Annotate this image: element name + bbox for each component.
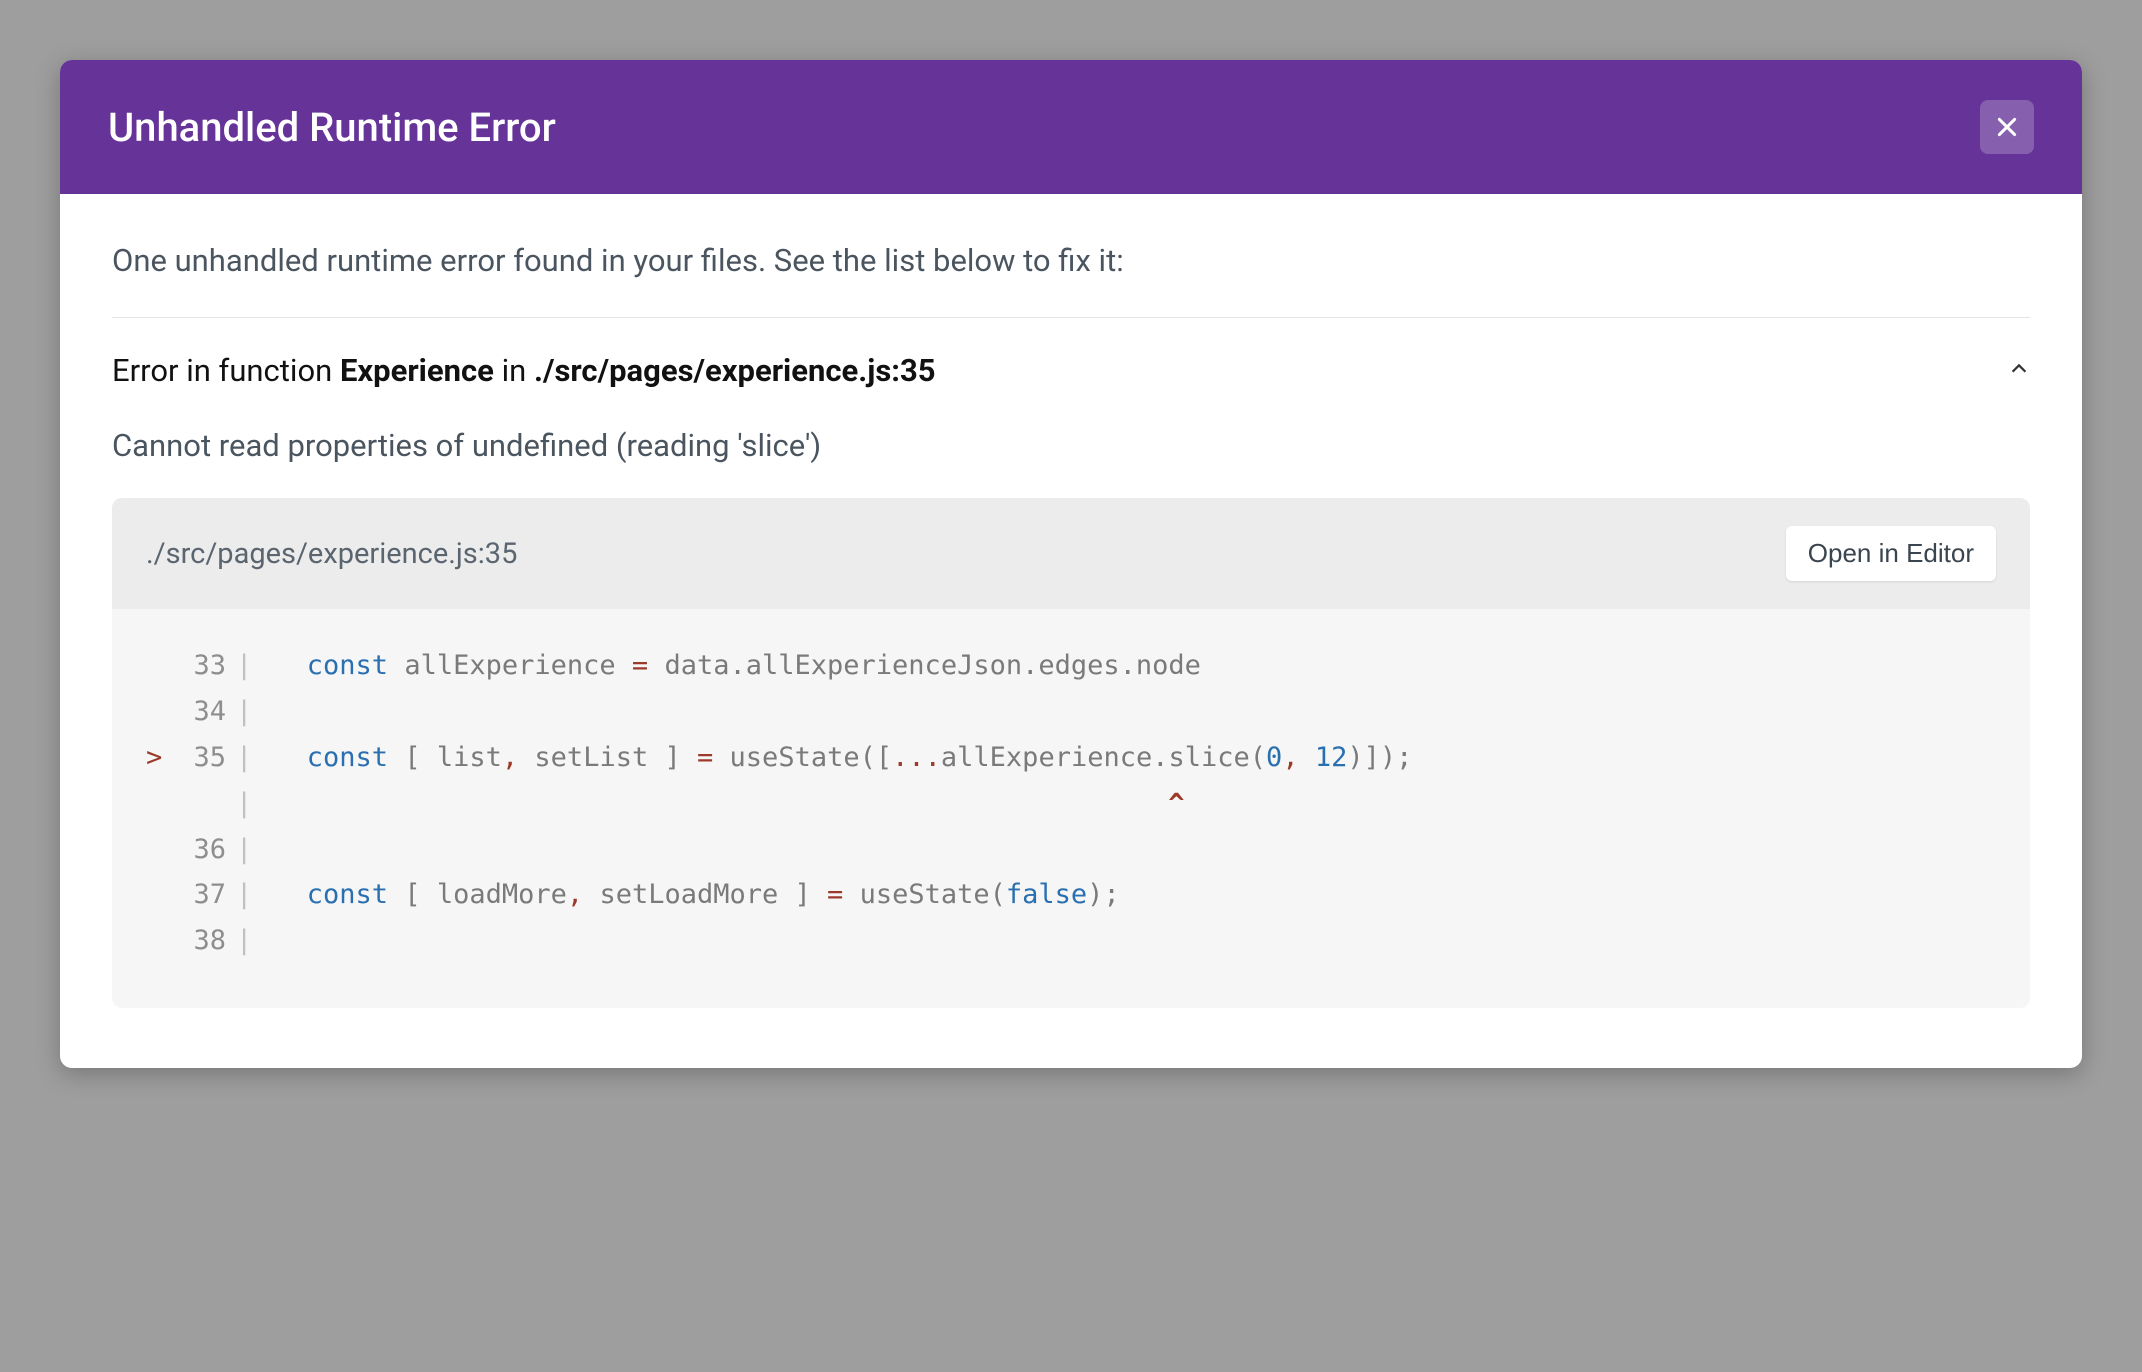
- error-title-row[interactable]: Error in function Experience in ./src/pa…: [112, 352, 2030, 389]
- gutter-line-number: 38: [176, 918, 226, 964]
- code-line: 38|: [146, 918, 1996, 964]
- open-in-editor-button[interactable]: Open in Editor: [1786, 526, 1996, 581]
- file-path: ./src/pages/experience.js:35: [146, 537, 517, 571]
- gutter-line-number: 35: [176, 735, 226, 781]
- gutter-pipe: |: [226, 918, 274, 964]
- close-button[interactable]: [1980, 100, 2034, 154]
- code-line: 33| const allExperience = data.allExperi…: [146, 643, 1996, 689]
- gutter-line-number: 37: [176, 872, 226, 918]
- error-prefix: Error in function: [112, 352, 340, 389]
- gutter-line-number: 36: [176, 827, 226, 873]
- error-title: Error in function Experience in ./src/pa…: [112, 352, 936, 389]
- collapse-toggle[interactable]: [2008, 358, 2030, 384]
- gutter-marker: [146, 689, 176, 735]
- code-content: ^: [274, 781, 1184, 827]
- code-line: | ^: [146, 781, 1996, 827]
- overlay-body: One unhandled runtime error found in you…: [60, 194, 2082, 1068]
- error-message: Cannot read properties of undefined (rea…: [112, 427, 2030, 464]
- gutter-marker: [146, 872, 176, 918]
- code-content: const [ loadMore, setLoadMore ] = useSta…: [274, 872, 1119, 918]
- file-bar: ./src/pages/experience.js:35 Open in Edi…: [112, 498, 2030, 609]
- gutter-marker: [146, 781, 176, 827]
- gutter-marker: [146, 918, 176, 964]
- gutter-pipe: |: [226, 827, 274, 873]
- gutter-marker: >: [146, 735, 176, 781]
- code-block: 33| const allExperience = data.allExperi…: [112, 609, 2030, 1008]
- gutter-line-number: [176, 781, 226, 827]
- code-content: const [ list, setList ] = useState([...a…: [274, 735, 1412, 781]
- gutter-pipe: |: [226, 872, 274, 918]
- intro-text: One unhandled runtime error found in you…: [112, 242, 2030, 279]
- code-line: 34|: [146, 689, 1996, 735]
- gutter-pipe: |: [226, 735, 274, 781]
- divider: [112, 317, 2030, 318]
- gutter-marker: [146, 643, 176, 689]
- overlay-header: Unhandled Runtime Error: [60, 60, 2082, 194]
- overlay-title: Unhandled Runtime Error: [108, 104, 556, 151]
- error-overlay-card: Unhandled Runtime Error One unhandled ru…: [60, 60, 2082, 1068]
- gutter-line-number: 34: [176, 689, 226, 735]
- gutter-pipe: |: [226, 643, 274, 689]
- chevron-up-icon: [2008, 358, 2030, 380]
- error-function-name: Experience: [340, 352, 494, 389]
- gutter-line-number: 33: [176, 643, 226, 689]
- code-line: 36|: [146, 827, 1996, 873]
- close-icon: [1994, 114, 2020, 140]
- code-line: 37| const [ loadMore, setLoadMore ] = us…: [146, 872, 1996, 918]
- error-file-loc: ./src/pages/experience.js:35: [534, 352, 936, 389]
- gutter-pipe: |: [226, 781, 274, 827]
- code-content: const allExperience = data.allExperience…: [274, 643, 1201, 689]
- gutter-marker: [146, 827, 176, 873]
- gutter-pipe: |: [226, 689, 274, 735]
- error-mid: in: [494, 352, 534, 389]
- code-line: >35| const [ list, setList ] = useState(…: [146, 735, 1996, 781]
